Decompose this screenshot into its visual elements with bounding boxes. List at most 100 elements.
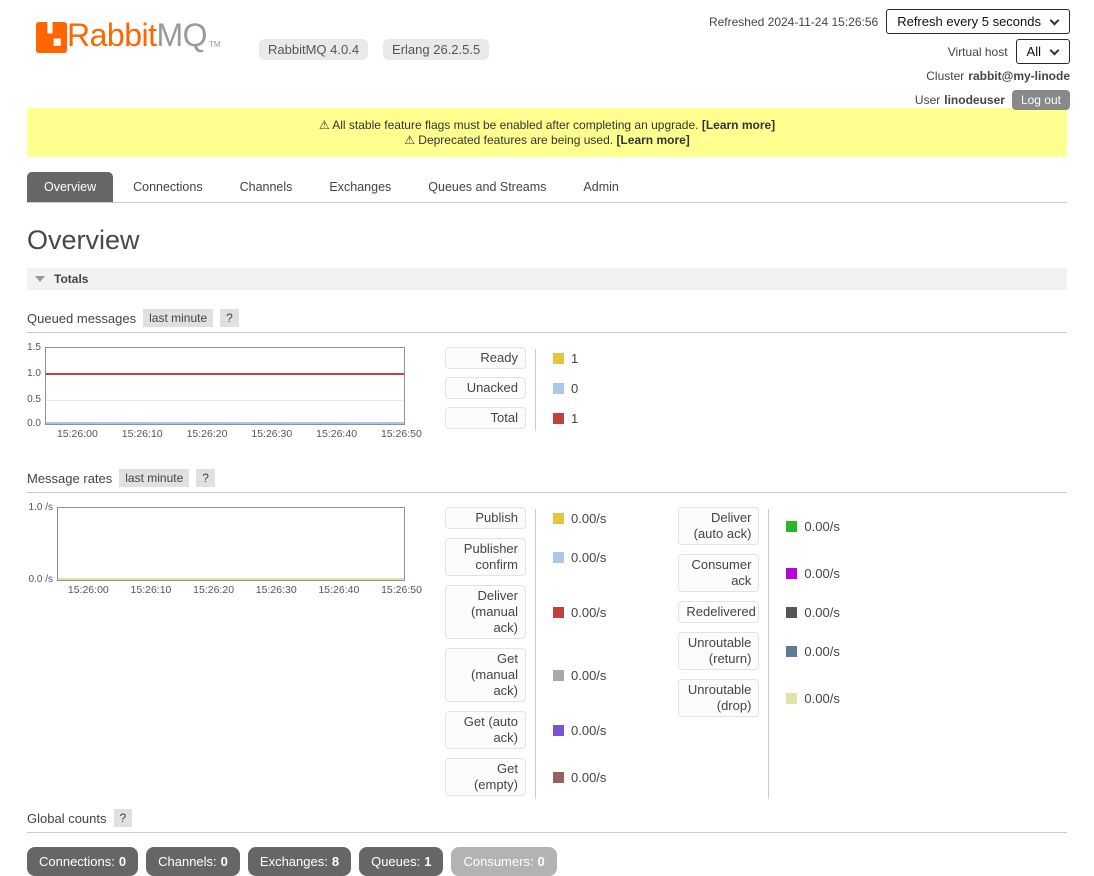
header-status-panel: Refreshed 2024-11-24 15:26:56 Refresh ev… <box>709 9 1070 115</box>
legend-row-get-auto-ack: Get (auto ack) 0.00/s <box>445 711 606 749</box>
x-tick: 15:26:00 <box>68 584 109 596</box>
get-empty-rate: 0.00/s <box>571 770 606 785</box>
deliver-auto-ack-rate: 0.00/s <box>804 519 839 534</box>
tab-exchanges[interactable]: Exchanges <box>312 172 408 202</box>
legend-label: Unacked <box>445 377 526 399</box>
message-rates-legend-col1: Publish 0.00/s Publisher confirm 0.00/s … <box>445 507 606 805</box>
header: Rabbit MQ TM RabbitMQ 4.0.4 Erlang 26.2.… <box>0 0 1094 108</box>
virtual-host-select[interactable]: All <box>1016 39 1070 64</box>
legend-label: Redelivered <box>678 601 759 623</box>
unroutable-drop-color-swatch <box>786 693 797 704</box>
totals-section-label: Totals <box>54 272 88 286</box>
version-badges: RabbitMQ 4.0.4 Erlang 26.2.5.5 <box>259 39 489 60</box>
badge-value: 0 <box>538 854 545 869</box>
legend-row-unroutable-return: Unroutable (return) 0.00/s <box>678 632 839 670</box>
queued-messages-legend: Ready 1 Unacked 0 Total 1 <box>445 347 578 437</box>
warning-icon-text: ⚠ Deprecated features are being used. <box>404 133 613 147</box>
rabbitmq-logo[interactable]: Rabbit MQ TM <box>36 16 221 54</box>
legend-label: Publish <box>445 507 526 529</box>
legend-label: Publisher confirm <box>445 538 526 576</box>
deliver-auto-ack-color-swatch <box>786 521 797 532</box>
legend-label: Ready <box>445 347 526 369</box>
message-rates-section: Message rates last minute ? 1.0 /s 0.0 /… <box>27 469 1067 805</box>
tab-queues-and-streams[interactable]: Queues and Streams <box>411 172 563 202</box>
total-value: 1 <box>571 411 578 426</box>
global-counts-badges: Connections:0 Channels:0 Exchanges:8 Que… <box>27 847 1067 876</box>
redelivered-rate: 0.00/s <box>804 605 839 620</box>
help-icon[interactable]: ? <box>114 809 133 827</box>
legend-row-deliver-manual-ack: Deliver (manual ack) 0.00/s <box>445 585 606 639</box>
x-axis-labels: 15:26:00 15:26:10 15:26:20 15:26:30 15:2… <box>45 428 405 443</box>
legend-label: Deliver (manual ack) <box>445 585 526 639</box>
queued-messages-plot-area <box>45 347 405 425</box>
message-rates-legend-col2: Deliver (auto ack) 0.00/s Consumer ack 0… <box>678 507 839 805</box>
x-tick: 15:26:40 <box>318 584 359 596</box>
y-tick: 0.0 /s <box>29 574 53 585</box>
publish-color-swatch <box>553 513 564 524</box>
refreshed-timestamp: Refreshed 2024-11-24 15:26:56 <box>709 15 878 29</box>
consumer-ack-color-swatch <box>786 568 797 579</box>
virtual-host-value: All <box>1027 44 1041 59</box>
chevron-down-icon <box>1050 45 1060 55</box>
badge-label: Channels: <box>158 854 217 869</box>
user-name: linodeuser <box>944 93 1005 107</box>
message-rates-header: Message rates last minute ? <box>27 469 1067 493</box>
badge-value: 0 <box>119 854 126 869</box>
unroutable-return-color-swatch <box>786 646 797 657</box>
badge-label: Connections: <box>39 854 115 869</box>
x-tick: 15:26:30 <box>251 428 292 440</box>
help-icon[interactable]: ? <box>196 469 215 487</box>
tab-overview[interactable]: Overview <box>27 172 113 202</box>
badge-value: 8 <box>332 854 339 869</box>
ready-color-swatch <box>553 353 564 364</box>
connections-count-badge: Connections: 0 <box>27 847 138 876</box>
period-badge[interactable]: last minute <box>119 469 189 487</box>
x-tick: 15:26:30 <box>256 584 297 596</box>
main-tabs: Overview Connections Channels Exchanges … <box>27 172 1067 203</box>
channels-count-badge: Channels: 0 <box>146 847 240 876</box>
publisher-confirm-rate: 0.00/s <box>571 550 606 565</box>
period-badge[interactable]: last minute <box>143 309 213 327</box>
global-counts-title: Global counts <box>27 811 107 826</box>
y-tick: 1.0 /s <box>29 502 53 513</box>
badge-value: 0 <box>221 854 228 869</box>
zero-rate-series-line <box>58 578 404 580</box>
badge-label: Consumers: <box>463 854 533 869</box>
get-auto-ack-rate: 0.00/s <box>571 723 606 738</box>
tab-connections[interactable]: Connections <box>116 172 220 202</box>
legend-row-get-empty: Get (empty) 0.00/s <box>445 758 606 796</box>
x-tick: 15:26:10 <box>131 584 172 596</box>
tab-admin[interactable]: Admin <box>566 172 635 202</box>
unroutable-drop-rate: 0.00/s <box>804 691 839 706</box>
learn-more-link-1[interactable]: [Learn more] <box>702 118 775 132</box>
legend-row-unacked: Unacked 0 <box>445 377 578 399</box>
consumer-ack-rate: 0.00/s <box>804 566 839 581</box>
legend-row-consumer-ack: Consumer ack 0.00/s <box>678 554 839 592</box>
total-color-swatch <box>553 413 564 424</box>
refresh-interval-select[interactable]: Refresh every 5 seconds <box>886 9 1070 34</box>
learn-more-link-2[interactable]: [Learn more] <box>616 133 689 147</box>
get-manual-ack-rate: 0.00/s <box>571 668 606 683</box>
logout-button[interactable]: Log out <box>1012 90 1070 110</box>
legend-row-publisher-confirm: Publisher confirm 0.00/s <box>445 538 606 576</box>
get-auto-ack-color-swatch <box>553 725 564 736</box>
publisher-confirm-color-swatch <box>553 552 564 563</box>
refresh-interval-value: Refresh every 5 seconds <box>897 14 1041 29</box>
totals-section-toggle[interactable]: Totals <box>27 268 1067 290</box>
trademark: TM <box>209 40 221 49</box>
banner-line-2: ⚠ Deprecated features are being used. [L… <box>27 133 1067 148</box>
x-tick: 15:26:50 <box>381 584 422 596</box>
y-tick: 1.0 <box>27 368 41 379</box>
y-tick: 0.5 <box>27 394 41 405</box>
legend-row-get-manual-ack: Get (manual ack) 0.00/s <box>445 648 606 702</box>
deliver-manual-ack-rate: 0.00/s <box>571 605 606 620</box>
tab-channels[interactable]: Channels <box>223 172 310 202</box>
legend-label: Consumer ack <box>678 554 759 592</box>
publish-rate: 0.00/s <box>571 511 606 526</box>
queues-count-badge: Queues:1 <box>359 847 443 876</box>
x-tick: 15:26:10 <box>122 428 163 440</box>
cluster-label: Cluster <box>926 69 964 83</box>
help-icon[interactable]: ? <box>220 309 239 327</box>
rabbitmq-version-badge: RabbitMQ 4.0.4 <box>259 39 368 60</box>
cluster-name: rabbit@my-linode <box>968 69 1070 83</box>
